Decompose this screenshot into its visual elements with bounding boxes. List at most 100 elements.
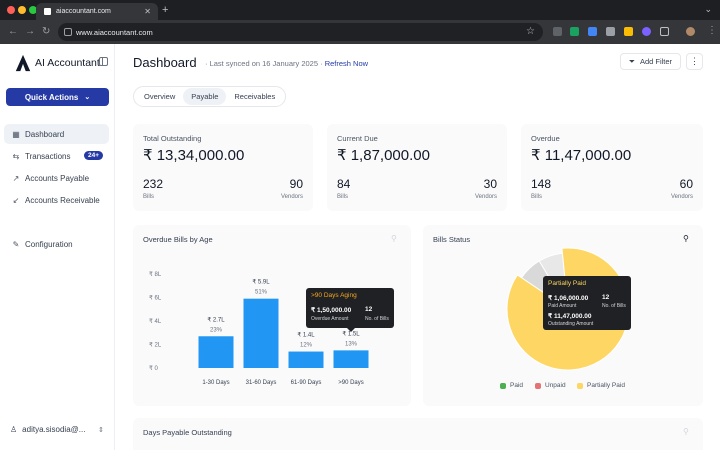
main-content: Dashboard · Last synced on 16 January 20…	[115, 44, 720, 450]
y-tick-label: ₹ 8L	[149, 271, 162, 278]
bar-percent-label: 23%	[210, 327, 223, 333]
stat-value: ₹ 1,87,000.00	[337, 147, 430, 164]
legend-paid[interactable]: Paid	[500, 382, 523, 389]
bills-count: 84	[337, 177, 351, 191]
extension-icon-3[interactable]	[588, 27, 597, 36]
bar	[333, 350, 369, 368]
browser-tab-strip: aiaccountant.com ✕ + ⌄	[0, 0, 720, 20]
back-icon[interactable]: ←	[8, 26, 18, 38]
user-email: aditya.sisodia@...	[22, 425, 86, 434]
x-tick-label: 31-60 Days	[246, 380, 277, 386]
stat-label: Total Outstanding	[143, 134, 202, 143]
x-tick-label: 61-90 Days	[291, 380, 322, 386]
overdue-bills-card: Overdue Bills by Age ⚲ ₹ 0 ₹ 2L ₹ 4L ₹ 6L ₹ …	[133, 225, 411, 406]
tooltip-amount-label: Paid Amount	[548, 303, 577, 309]
browser-menu-icon[interactable]: ⋮	[707, 25, 717, 37]
extension-icon-5[interactable]	[624, 27, 633, 36]
sidebar-item-accounts-payable[interactable]: ↗ Accounts Payable	[4, 168, 109, 188]
tooltip-title: >90 Days Aging	[311, 292, 357, 299]
stat-card-current-due[interactable]: Current Due ₹ 1,87,000.00 84 Bills 30 Ve…	[327, 124, 507, 211]
site-info-icon[interactable]	[64, 28, 72, 36]
quick-actions-label: Quick Actions	[24, 92, 79, 102]
extension-icon-6[interactable]	[642, 27, 651, 36]
close-tab-icon[interactable]: ✕	[144, 7, 151, 16]
bills-count: 148	[531, 177, 552, 191]
tooltip-amount-label: Overdue Amount	[311, 316, 349, 322]
vendors-count: 60	[679, 177, 693, 191]
sync-status: · Last synced on 16 January 2025 · Refre…	[205, 59, 369, 68]
tooltip-amount: ₹ 1,50,000.00	[311, 307, 352, 314]
sidebar-item-configuration[interactable]: ✎ Configuration	[4, 234, 109, 254]
y-tick-label: ₹ 0	[149, 365, 158, 372]
legend-label: Unpaid	[545, 382, 566, 389]
tooltip-pointer	[347, 328, 355, 332]
stat-card-overdue[interactable]: Overdue ₹ 11,47,000.00 148 Bills 60 Vend…	[521, 124, 703, 211]
stat-label: Current Due	[337, 134, 378, 143]
tab-receivables[interactable]: Receivables	[226, 88, 283, 105]
new-tab-icon[interactable]: +	[162, 4, 168, 16]
bookmark-star-icon[interactable]: ☆	[526, 26, 535, 37]
stat-label: Overdue	[531, 134, 560, 143]
browser-tab-title: aiaccountant.com	[56, 8, 111, 15]
user-icon: ♙	[10, 425, 18, 434]
extension-icon-2[interactable]	[570, 27, 579, 36]
brand-name: AI Accountant	[35, 57, 100, 69]
arrows-icon: ⇆	[12, 151, 20, 161]
extension-icon-4[interactable]	[606, 27, 615, 36]
legend-partially-paid[interactable]: Partially Paid	[577, 382, 625, 389]
sidebar-item-label: Accounts Payable	[25, 173, 90, 183]
transactions-count-badge: 24+	[83, 151, 103, 160]
tooltip-count: 12	[365, 306, 373, 313]
extension-icon-1[interactable]	[553, 27, 562, 36]
quick-actions-button[interactable]: Quick Actions ⌄	[6, 88, 109, 106]
legend-swatch	[500, 382, 506, 389]
bar	[243, 298, 279, 368]
pie-tooltip: Partially Paid ₹ 1,06,000.00 Paid Amount…	[543, 276, 631, 330]
filter-icon: ⏷	[628, 56, 635, 66]
brand-logo-icon	[15, 54, 31, 72]
minimize-window-icon[interactable]	[18, 6, 26, 14]
sidebar-item-label: Transactions	[25, 151, 71, 161]
tab-search-icon[interactable]: ⌄	[704, 4, 712, 15]
tab-payable[interactable]: Payable	[183, 88, 227, 105]
sidebar-item-dashboard[interactable]: ▦ Dashboard	[4, 124, 109, 144]
stat-value: ₹ 11,47,000.00	[531, 147, 632, 164]
more-options-button[interactable]: ⋮	[686, 53, 703, 70]
user-menu[interactable]: ♙ aditya.sisodia@...	[10, 425, 85, 434]
close-window-icon[interactable]	[7, 6, 15, 14]
sidebar-item-accounts-receivable[interactable]: ↙ Accounts Receivable	[4, 190, 109, 210]
legend-unpaid[interactable]: Unpaid	[535, 382, 566, 389]
vendors-label: Vendors	[474, 194, 497, 200]
wrench-icon: ✎	[12, 239, 20, 249]
add-filter-label: Add Filter	[639, 57, 673, 66]
x-tick-label: 1-30 Days	[202, 380, 229, 386]
add-filter-button[interactable]: ⏷ Add Filter	[620, 53, 681, 70]
tooltip-count-label: No. of Bills	[602, 303, 626, 309]
browser-tab[interactable]: aiaccountant.com ✕	[36, 3, 158, 20]
tab-overview[interactable]: Overview	[136, 88, 183, 105]
pin-icon[interactable]: ⚲	[683, 427, 689, 436]
sidebar-item-transactions[interactable]: ⇆ Transactions 24+	[4, 146, 109, 166]
chevron-updown-icon[interactable]: ⇕	[98, 426, 104, 434]
arrow-down-left-icon: ↙	[12, 195, 20, 205]
x-tick-label: >90 Days	[338, 380, 364, 386]
brand[interactable]: AI Accountant	[14, 54, 100, 72]
grid-icon: ▦	[12, 129, 20, 139]
profile-avatar[interactable]	[686, 27, 695, 36]
site-favicon-icon	[44, 8, 51, 15]
stat-card-total-outstanding[interactable]: Total Outstanding ₹ 13,34,000.00 232 Bil…	[133, 124, 313, 211]
refresh-now-link[interactable]: Refresh Now	[325, 59, 368, 68]
y-tick-label: ₹ 4L	[149, 318, 162, 325]
sidebar-item-label: Dashboard	[25, 129, 65, 139]
forward-icon[interactable]: →	[25, 26, 35, 38]
reload-icon[interactable]: ↻	[42, 26, 50, 38]
sidebar-collapse-icon[interactable]	[99, 57, 108, 66]
bar-percent-label: 51%	[255, 290, 268, 296]
vendors-count: 30	[483, 177, 497, 191]
last-synced-text: Last synced on 16 January 2025	[209, 59, 319, 68]
y-tick-label: ₹ 2L	[149, 342, 162, 349]
address-bar[interactable]: www.aiaccountant.com ☆	[58, 23, 543, 41]
extensions-puzzle-icon[interactable]	[660, 27, 669, 36]
bar-value-label: ₹ 1.4L	[297, 332, 315, 339]
dashboard-tabs: Overview Payable Receivables	[133, 86, 287, 107]
